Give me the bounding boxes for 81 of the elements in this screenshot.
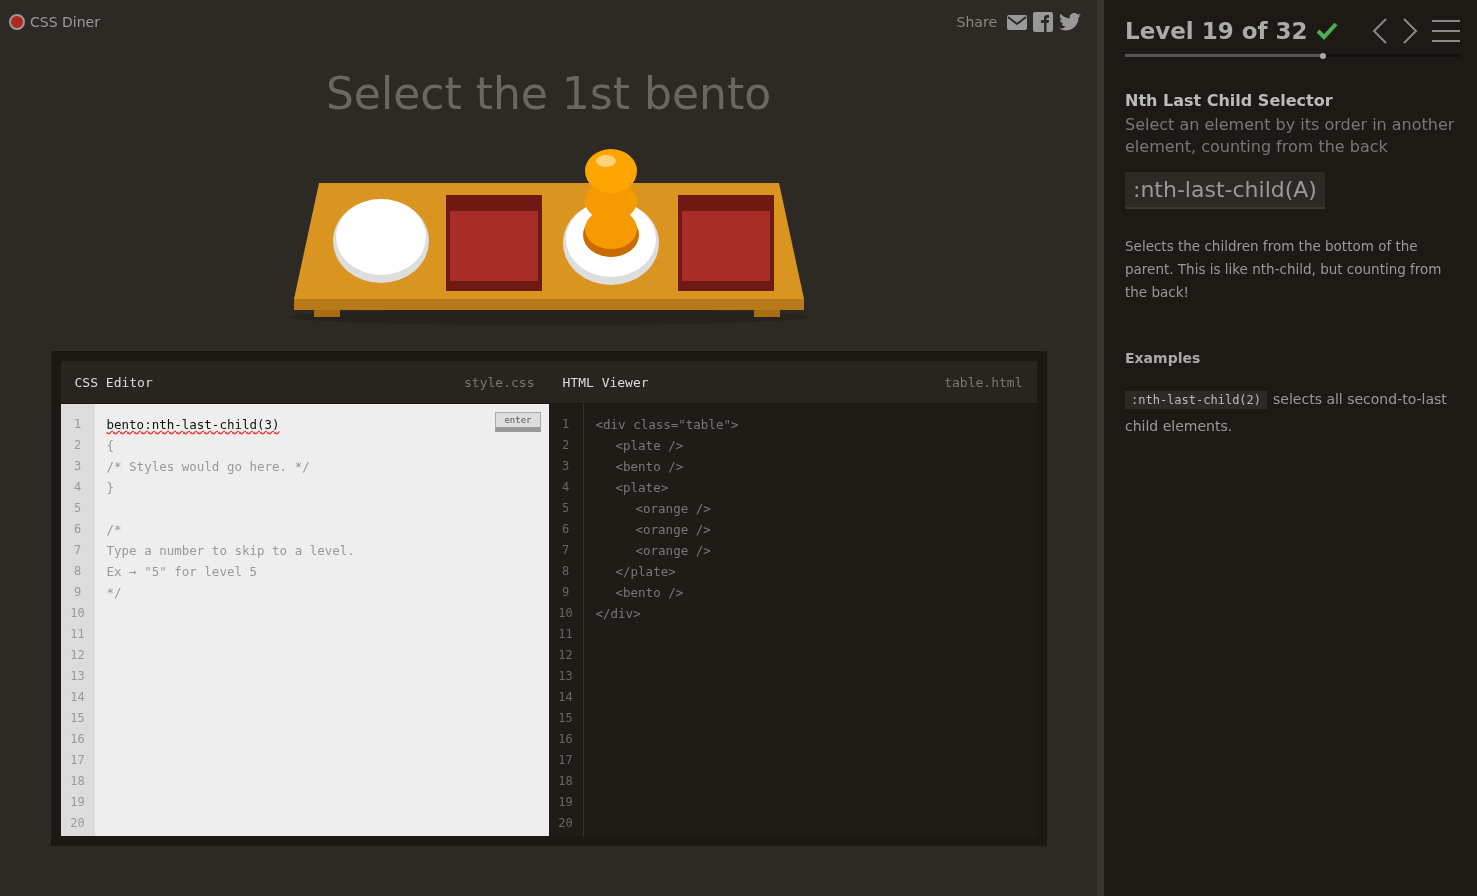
markup-line[interactable]: <div class="table"> — [595, 414, 739, 435]
line-number: 8 — [72, 563, 83, 580]
selector-description: Selects the children from the bottom of the parent. This is like nth-child, but counting from the back! — [1125, 237, 1443, 302]
line-number: 5 — [560, 500, 571, 517]
line-number: 3 — [560, 458, 571, 475]
line-number: 10 — [69, 605, 86, 622]
menu-icon[interactable] — [1432, 20, 1460, 42]
line-number: 1 — [72, 416, 83, 433]
code-line: Ex → "5" for level 5 — [106, 563, 257, 581]
line-number: 16 — [557, 731, 574, 748]
level-indicator[interactable]: Level 19 of 32 — [1125, 18, 1308, 44]
line-number: 18 — [557, 773, 574, 790]
line-number: 20 — [69, 815, 86, 832]
line-number: 2 — [72, 437, 83, 454]
selector-syntax: :nth-last-child(A) — [1125, 172, 1325, 209]
selector-input[interactable]: bento:nth-last-child(3) — [106, 414, 280, 435]
code-line: Type a number to skip to a level. — [106, 542, 355, 560]
selector-title: Nth Last Child Selector — [1125, 91, 1334, 110]
email-icon[interactable] — [1007, 14, 1027, 30]
file-name: style.css — [464, 374, 535, 390]
enter-button[interactable]: enter — [495, 412, 541, 432]
line-number: 4 — [72, 479, 83, 496]
file-name: table.html — [944, 374, 1023, 390]
line-number: 19 — [69, 794, 86, 811]
line-number: 9 — [560, 584, 571, 601]
facebook-icon[interactable] — [1033, 12, 1053, 32]
examples-heading: Examples — [1125, 350, 1202, 366]
markup-line[interactable]: </div> — [595, 603, 641, 624]
markup-line[interactable]: <bento /> — [615, 456, 684, 477]
code-line: } — [106, 479, 115, 497]
line-number: 13 — [557, 668, 574, 685]
line-number: 9 — [72, 584, 83, 601]
line-number: 20 — [557, 815, 574, 832]
previous-icon[interactable] — [1372, 18, 1388, 44]
share-label: Share — [956, 14, 997, 30]
markup-line[interactable]: <orange /> — [635, 519, 711, 540]
line-number: 17 — [69, 752, 86, 769]
line-number: 10 — [557, 605, 574, 622]
line-number: 3 — [72, 458, 83, 475]
line-number: 14 — [69, 689, 86, 706]
line-number: 11 — [557, 626, 574, 643]
markup-line[interactable]: <plate /> — [615, 435, 684, 456]
code-line: */ — [106, 584, 122, 602]
app-logo-text[interactable]: CSS Diner — [30, 14, 100, 30]
line-number: 17 — [557, 752, 574, 769]
line-number: 15 — [557, 710, 574, 727]
css-editor[interactable]: 1 2 3 4 5 6 7 8 9 10 11 12 13 14 15 16 17 18 19 20 bento:nth-last-child(3) { /* Styles would go here. */ } /* Type a number to skip to a level. Ex → "5" for level 5 */ enter — [60, 404, 549, 836]
line-number: 5 — [72, 500, 83, 517]
line-number: 16 — [69, 731, 86, 748]
markup-line[interactable]: <plate> — [615, 477, 669, 498]
line-number: 14 — [557, 689, 574, 706]
pane-title: HTML Viewer — [562, 374, 649, 390]
markup-line[interactable]: </plate> — [615, 561, 676, 582]
pane-title: CSS Editor — [74, 374, 153, 390]
level-instruction: Select the 1st bento — [325, 68, 772, 119]
line-number: 4 — [560, 479, 571, 496]
markup-line[interactable]: <orange /> — [635, 498, 711, 519]
example-text: :nth-last-child(2) selects all second-to-last child elements. — [1125, 390, 1448, 436]
line-number: 6 — [560, 521, 571, 538]
line-number: 1 — [560, 416, 571, 433]
line-number: 11 — [69, 626, 86, 643]
line-number: 6 — [72, 521, 83, 538]
line-number: 7 — [560, 542, 571, 559]
code-line: { — [106, 437, 115, 455]
line-number: 8 — [560, 563, 571, 580]
line-number: 18 — [69, 773, 86, 790]
code-line: /* — [106, 521, 122, 539]
logo-icon — [9, 14, 25, 30]
next-icon[interactable] — [1402, 18, 1418, 44]
line-number: 12 — [557, 647, 574, 664]
line-number: 2 — [560, 437, 571, 454]
markup-line[interactable]: <bento /> — [615, 582, 684, 603]
markup-line[interactable]: <orange /> — [635, 540, 711, 561]
line-number: 13 — [69, 668, 86, 685]
line-number: 7 — [72, 542, 83, 559]
line-number: 15 — [69, 710, 86, 727]
twitter-icon[interactable] — [1059, 13, 1081, 31]
line-number: 12 — [69, 647, 86, 664]
line-number: 19 — [557, 794, 574, 811]
selector-subtitle: Select an element by its order in another element, counting from the back — [1125, 114, 1456, 158]
code-line: /* Styles would go here. */ — [106, 458, 310, 476]
